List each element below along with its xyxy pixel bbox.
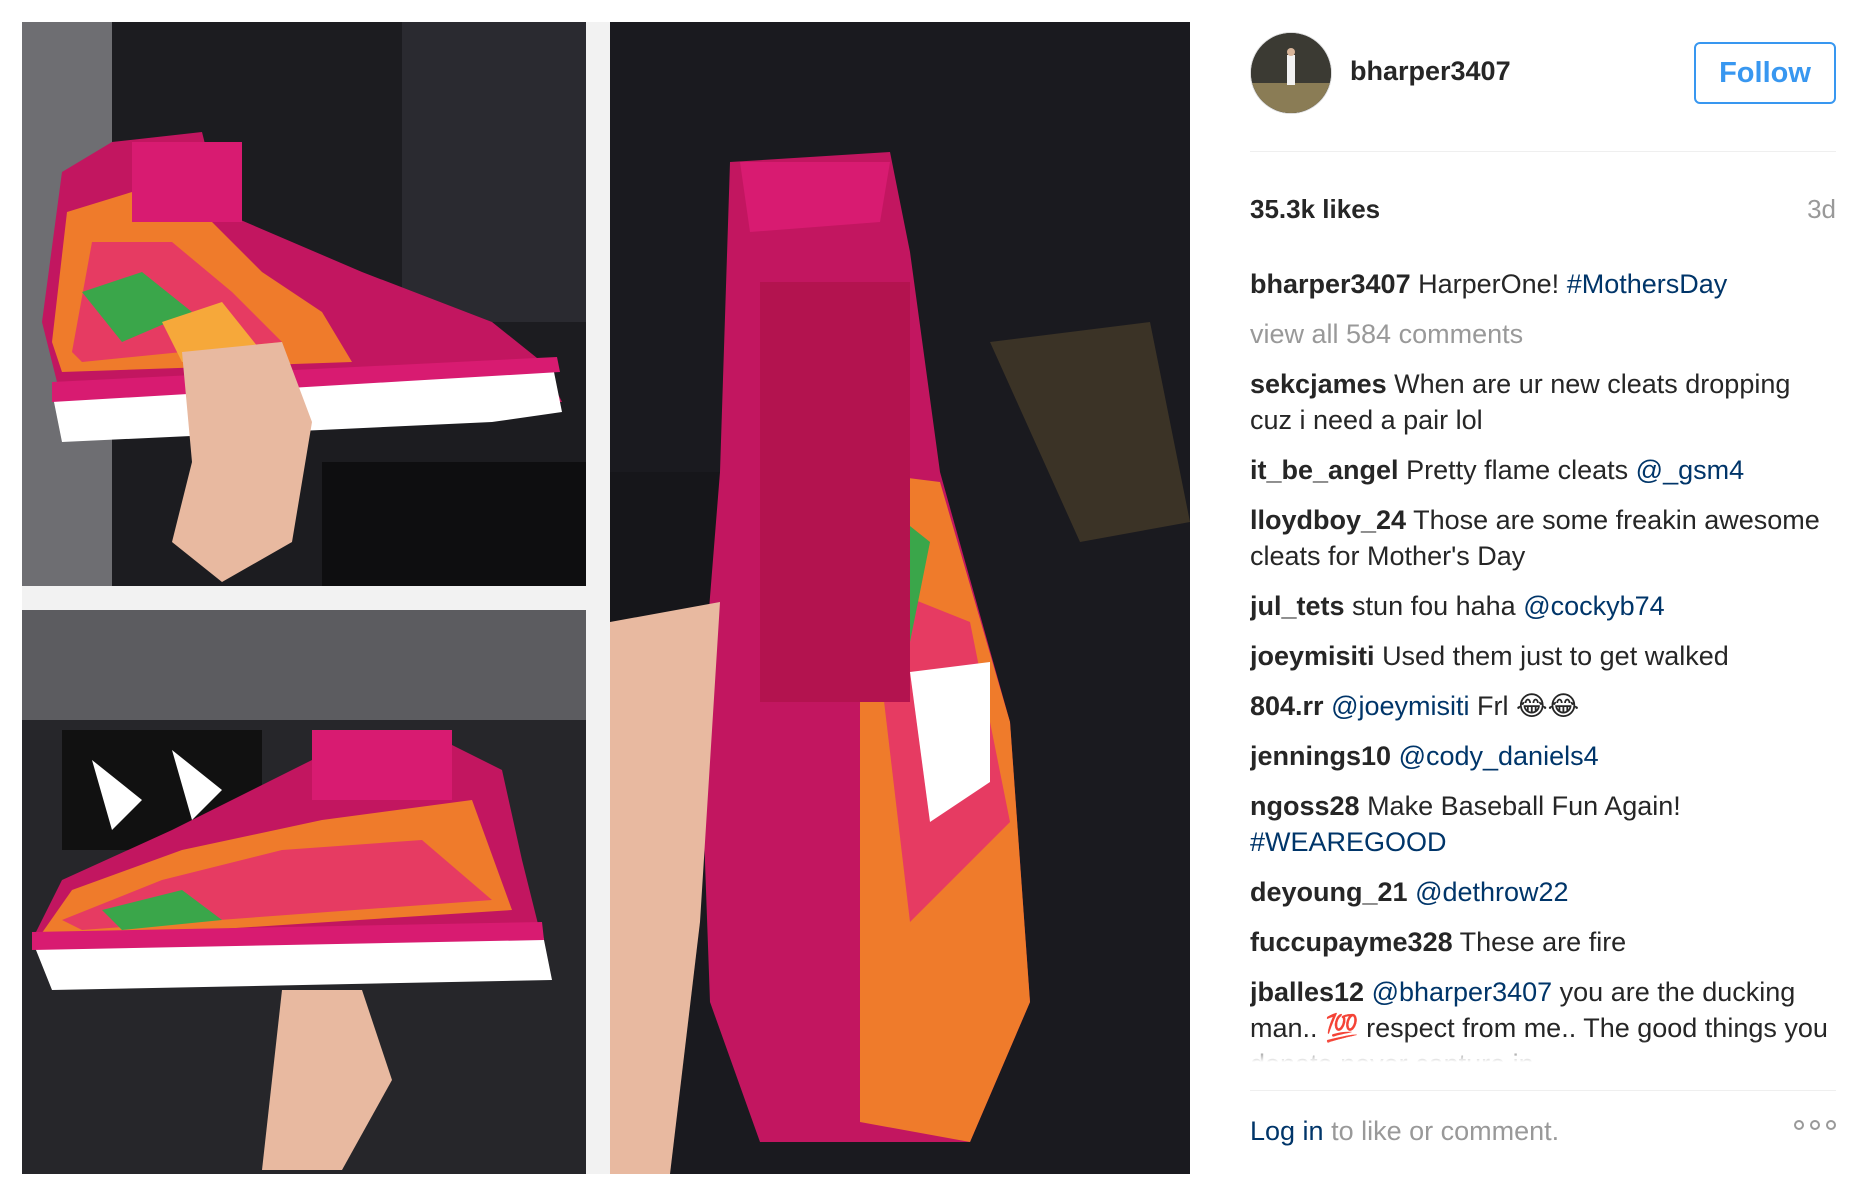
comment-username[interactable]: deyoung_21: [1250, 877, 1408, 907]
cleat-side-photo: [22, 22, 586, 586]
comment-item: it_be_angel Pretty flame cleats @_gsm4: [1250, 452, 1836, 488]
login-prompt: Log in to like or comment.: [1250, 1116, 1559, 1147]
comment-mention[interactable]: @bharper3407: [1372, 977, 1553, 1007]
comment-username[interactable]: 804.rr: [1250, 691, 1324, 721]
comment-item: joeymisiti Used them just to get walked: [1250, 638, 1836, 674]
comment-item: 804.rr @joeymisiti Frl 😂😂: [1250, 688, 1836, 724]
comment-username[interactable]: jennings10: [1250, 741, 1391, 771]
likes-count[interactable]: 35.3k likes: [1250, 194, 1380, 225]
post-sidebar: bharper3407 Follow 35.3k likes 3d bharpe…: [1250, 0, 1836, 1188]
footer-divider: [1250, 1090, 1836, 1091]
comment-item: jennings10 @cody_daniels4: [1250, 738, 1836, 774]
comments-list: bharper3407 HarperOne! #MothersDay view …: [1250, 266, 1836, 1062]
comment-text: Make Baseball Fun Again!: [1367, 791, 1681, 821]
dot-icon: [1810, 1120, 1820, 1130]
dot-icon: [1826, 1120, 1836, 1130]
username-link[interactable]: bharper3407: [1350, 56, 1511, 87]
comment-mention[interactable]: @cody_daniels4: [1399, 741, 1599, 771]
comment-mention[interactable]: @cockyb74: [1523, 591, 1664, 621]
cleat-outside-photo: [22, 610, 586, 1174]
comments-fade: [1250, 1040, 1836, 1062]
comment-text: These are fire: [1459, 927, 1627, 957]
caption-text: HarperOne!: [1418, 269, 1560, 299]
comment-mention[interactable]: @joeymisiti: [1331, 691, 1469, 721]
comment-item: ngoss28 Make Baseball Fun Again! #WEAREG…: [1250, 788, 1836, 860]
post-card: bharper3407 Follow 35.3k likes 3d bharpe…: [0, 0, 1858, 1188]
view-all-comments-link[interactable]: view all 584 comments: [1250, 316, 1836, 352]
comment-username[interactable]: ngoss28: [1250, 791, 1360, 821]
comment-item: deyoung_21 @dethrow22: [1250, 874, 1836, 910]
comment-hashtag[interactable]: #WEAREGOOD: [1250, 827, 1447, 857]
comment-text: stun fou haha: [1352, 591, 1516, 621]
comment-username[interactable]: sekcjames: [1250, 369, 1387, 399]
caption-username[interactable]: bharper3407: [1250, 269, 1411, 299]
login-prompt-text: to like or comment.: [1323, 1116, 1560, 1146]
dot-icon: [1794, 1120, 1804, 1130]
comment-item: lloydboy_24 Those are some freakin aweso…: [1250, 502, 1836, 574]
post-image[interactable]: [22, 22, 1190, 1174]
comment-text: Frl 😂😂: [1477, 691, 1580, 721]
comment-username[interactable]: jul_tets: [1250, 591, 1345, 621]
comment-username[interactable]: jballes12: [1250, 977, 1364, 1007]
cleat-top-photo: [610, 22, 1190, 1174]
comment-text: Used them just to get walked: [1382, 641, 1729, 671]
post-header: bharper3407 Follow: [1250, 32, 1836, 116]
caption: bharper3407 HarperOne! #MothersDay: [1250, 266, 1836, 302]
post-timestamp[interactable]: 3d: [1807, 194, 1836, 225]
comment-item: sekcjames When are ur new cleats droppin…: [1250, 366, 1836, 438]
comment-item: fuccupayme328 These are fire: [1250, 924, 1836, 960]
caption-hashtag[interactable]: #MothersDay: [1567, 269, 1728, 299]
comment-text: Pretty flame cleats: [1406, 455, 1629, 485]
comment-username[interactable]: it_be_angel: [1250, 455, 1399, 485]
comment-username[interactable]: fuccupayme328: [1250, 927, 1453, 957]
header-divider: [1250, 151, 1836, 152]
more-options-icon[interactable]: [1794, 1120, 1836, 1130]
comment-mention[interactable]: @_gsm4: [1636, 455, 1744, 485]
comment-item: jul_tets stun fou haha @cockyb74: [1250, 588, 1836, 624]
comment-username[interactable]: lloydboy_24: [1250, 505, 1406, 535]
comment-username[interactable]: joeymisiti: [1250, 641, 1375, 671]
login-link[interactable]: Log in: [1250, 1116, 1324, 1146]
follow-button[interactable]: Follow: [1694, 42, 1836, 104]
avatar[interactable]: [1250, 32, 1332, 114]
comment-mention[interactable]: @dethrow22: [1415, 877, 1569, 907]
